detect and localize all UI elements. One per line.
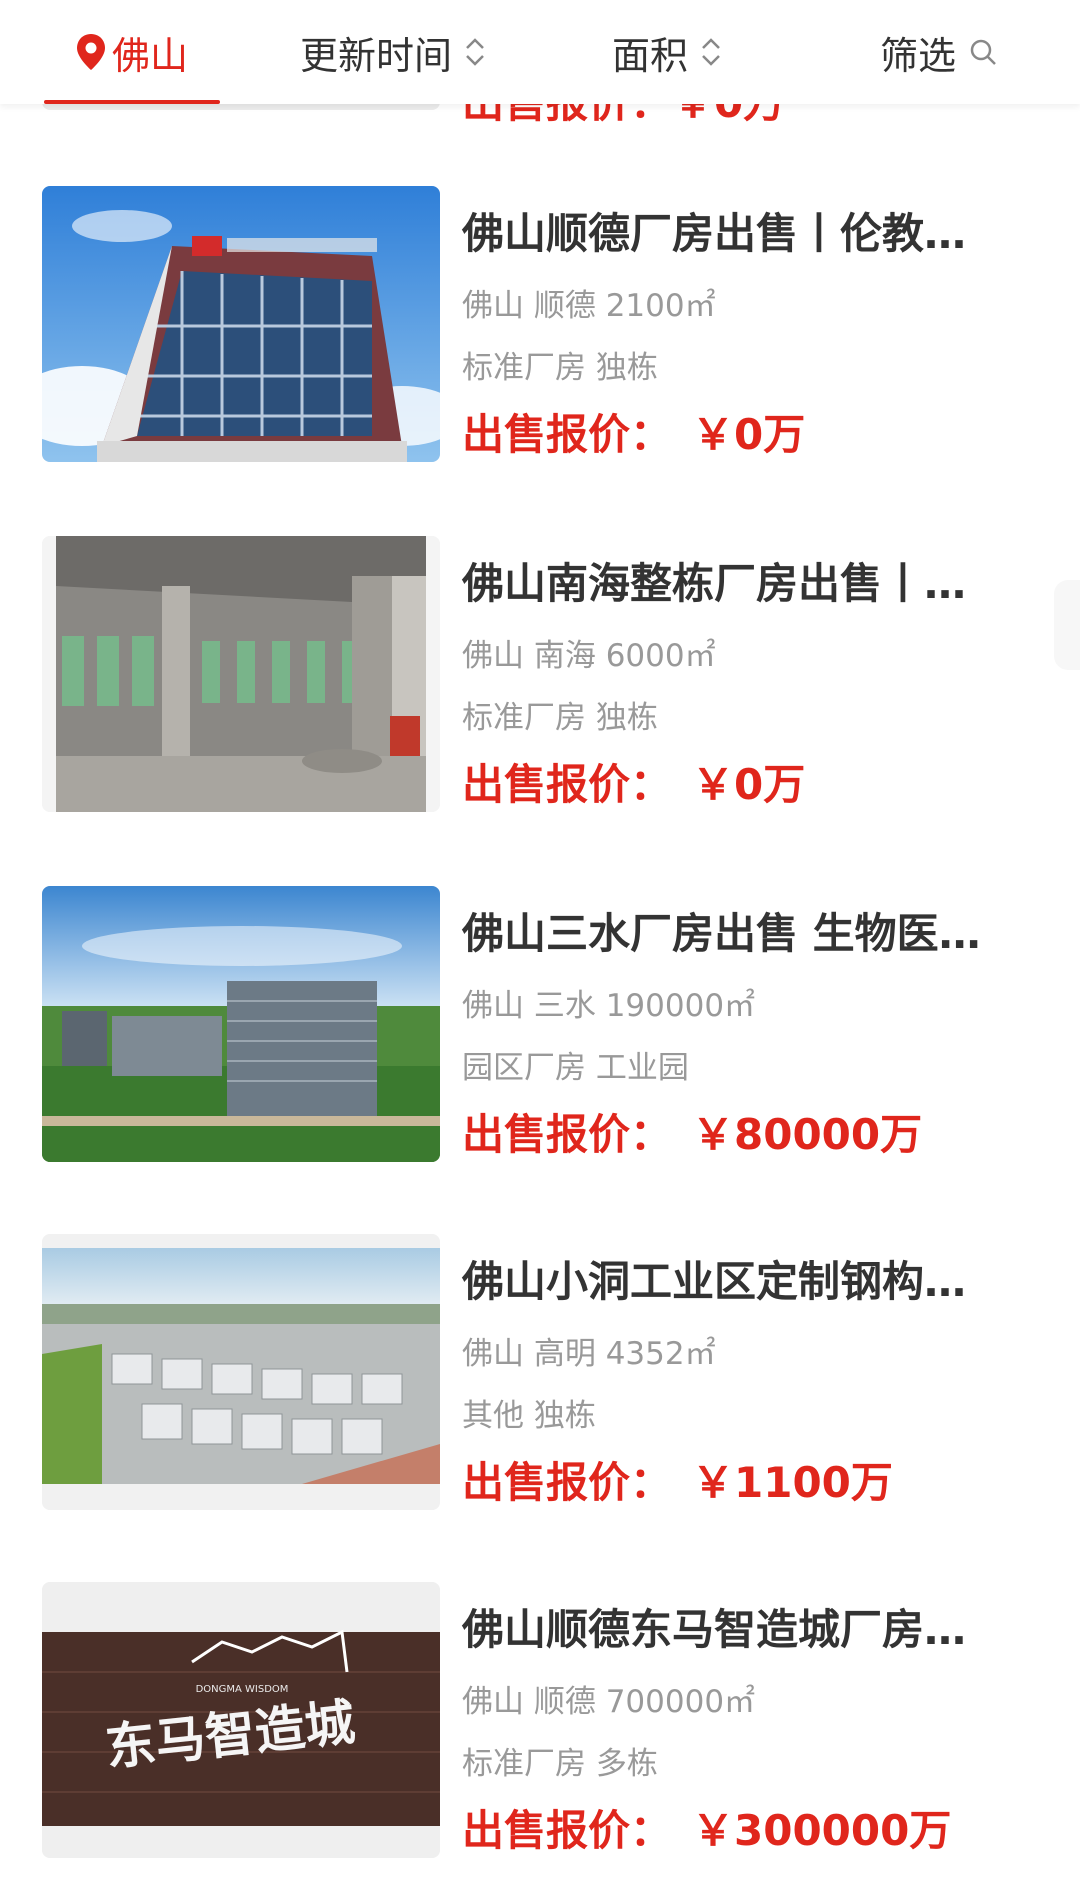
listing-tags: 标准厂房 独栋 [462, 700, 658, 736]
filter-label: 筛选 [880, 33, 957, 78]
listing-location: 佛山 三水 190000㎡ [462, 988, 756, 1024]
price-label: 出售报价： [462, 1806, 673, 1855]
list-item[interactable]: 佛山顺德厂房出售丨伦教… 佛山 顺德 2100㎡ 标准厂房 独栋 出售报价： ￥0… [42, 186, 1042, 476]
listing-price: 出售报价： ￥300000万 [462, 1804, 951, 1858]
listing-location: 佛山 南海 6000㎡ [462, 638, 716, 674]
listing-image[interactable] [42, 886, 440, 1162]
city-label: 佛山 [112, 33, 189, 78]
edge-handle[interactable] [1054, 580, 1080, 670]
list-item[interactable]: 佛山小洞工业区定制钢构… 佛山 高明 4352㎡ 其他 独栋 出售报价： ￥110… [42, 1234, 1042, 1524]
listing-price: 出售报价： ￥0万 [462, 758, 805, 812]
sort-updown-icon [466, 38, 484, 66]
listing-title[interactable]: 佛山顺德厂房出售丨伦教… [462, 208, 1042, 260]
listing-tags: 标准厂房 独栋 [462, 350, 658, 386]
listing-tags: 标准厂房 多栋 [462, 1746, 658, 1782]
filter-bar: 佛山 更新时间 面积 筛选 [0, 0, 1080, 104]
sort-update-time[interactable]: 更新时间 [300, 0, 488, 104]
sort-area-label: 面积 [612, 33, 689, 78]
listing-image[interactable] [42, 1234, 440, 1510]
listing-title[interactable]: 佛山南海整栋厂房出售丨… [462, 558, 1042, 610]
listing-image[interactable] [42, 536, 440, 812]
listing-price: 出售报价： ￥0万 [462, 408, 805, 462]
search-icon [970, 39, 996, 65]
sort-updown-icon [702, 38, 720, 66]
sort-update-time-label: 更新时间 [300, 33, 453, 78]
listing-title[interactable]: 佛山小洞工业区定制钢构… [462, 1256, 1042, 1308]
price-label: 出售报价： [462, 1458, 673, 1507]
city-selector[interactable]: 佛山 [74, 0, 188, 104]
listing-location: 佛山 顺德 700000㎡ [462, 1684, 756, 1720]
listing-image[interactable]: DONGMA WISDOM 东马智造城 [42, 1582, 440, 1858]
listing-location: 佛山 高明 4352㎡ [462, 1336, 716, 1372]
listing-page: 出售报价： ￥0万 [0, 0, 1080, 1878]
list-item[interactable]: 佛山三水厂房出售 生物医… 佛山 三水 190000㎡ 园区厂房 工业园 出售报… [42, 886, 1042, 1176]
listing-image[interactable] [42, 186, 440, 462]
location-pin-icon [77, 34, 105, 70]
listing-location: 佛山 顺德 2100㎡ [462, 288, 716, 324]
filter-button[interactable]: 筛选 [880, 0, 998, 104]
price-value: ￥0万 [692, 760, 806, 809]
price-value: ￥300000万 [692, 1806, 952, 1855]
sign-subtext: DONGMA WISDOM [196, 1684, 289, 1695]
price-label: 出售报价： [462, 1110, 673, 1159]
active-tab-indicator [44, 100, 220, 104]
sort-area[interactable]: 面积 [612, 0, 724, 104]
listing-price: 出售报价： ￥1100万 [462, 1456, 893, 1510]
listing-tags: 其他 独栋 [462, 1398, 596, 1434]
listing-tags: 园区厂房 工业园 [462, 1050, 689, 1086]
price-label: 出售报价： [462, 760, 673, 809]
price-value: ￥0万 [692, 410, 806, 459]
list-item[interactable]: 佛山南海整栋厂房出售丨… 佛山 南海 6000㎡ 标准厂房 独栋 出售报价： ￥0… [42, 536, 1042, 826]
list-item[interactable]: DONGMA WISDOM 东马智造城 佛山顺德东马智造城厂房… 佛山 顺德 7… [42, 1582, 1042, 1872]
listing-title[interactable]: 佛山顺德东马智造城厂房… [462, 1604, 1042, 1656]
price-label: 出售报价： [462, 410, 673, 459]
listing-title[interactable]: 佛山三水厂房出售 生物医… [462, 908, 1042, 960]
listing-price: 出售报价： ￥80000万 [462, 1108, 922, 1162]
price-value: ￥80000万 [692, 1110, 923, 1159]
price-value: ￥1100万 [692, 1458, 893, 1507]
